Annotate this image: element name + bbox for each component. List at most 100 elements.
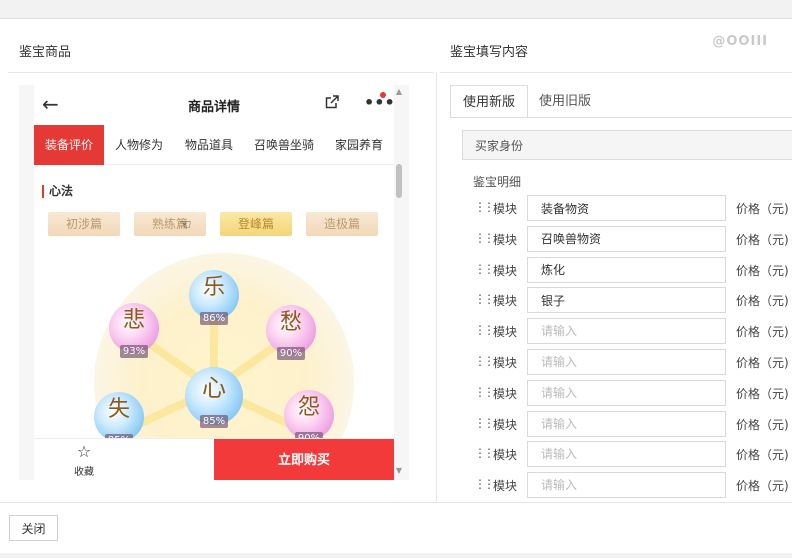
drag-handle-icon[interactable]: ⋮⋮ — [474, 385, 495, 399]
tab-underline — [450, 117, 792, 118]
right-divider — [440, 72, 792, 73]
module-input[interactable] — [527, 410, 726, 437]
module-label: 模块 — [493, 232, 518, 247]
chip-peak[interactable]: 登峰篇 — [220, 212, 292, 236]
price-label: 价格（元) — [736, 202, 789, 216]
detail-label: 鉴宝明细 — [473, 175, 522, 189]
detail-row: ⋮⋮模块 价格（元) — [474, 287, 792, 314]
detail-row: ⋮⋮模块 价格（元) — [474, 472, 792, 499]
drag-handle-icon[interactable]: ⋮⋮ — [474, 354, 495, 368]
module-label: 模块 — [493, 386, 518, 401]
price-label: 价格（元) — [736, 232, 789, 247]
tab-equipment[interactable]: 装备评价 — [34, 125, 104, 165]
tab-pets[interactable]: 召唤兽坐骑 — [244, 125, 324, 165]
chip-skilled[interactable]: 熟练篇 — [134, 212, 206, 236]
module-input[interactable] — [527, 349, 726, 375]
buyer-identity-label: 买家身份 — [475, 139, 524, 153]
phone-title: 商品详情 — [187, 100, 240, 115]
section-heading: 心法 — [42, 185, 73, 198]
module-label: 模块 — [493, 325, 518, 340]
detail-row: ⋮⋮模块 价格（元) — [474, 410, 792, 437]
detail-row: ⋮⋮模块 价格（元) — [474, 318, 792, 345]
footer-divider — [0, 502, 792, 503]
module-label: 模块 — [493, 479, 518, 494]
module-input[interactable] — [527, 379, 726, 406]
module-input[interactable] — [527, 318, 726, 345]
scroll-up-icon[interactable]: ▲ — [393, 87, 405, 96]
bubble-worry: 愁 90% — [266, 305, 316, 360]
module-input[interactable] — [527, 287, 726, 314]
detail-row: ⋮⋮模块 价格（元) — [474, 379, 792, 406]
scroll-down-icon[interactable]: ▼ — [393, 466, 405, 475]
phone-tabs: 装备评价 人物修为 物品道具 召唤兽坐骑 家园养育 — [34, 125, 394, 165]
module-label: 模块 — [493, 202, 518, 216]
bubble-pct: 85% — [199, 415, 229, 428]
bubble-char: 乐 — [202, 275, 225, 300]
drag-handle-icon[interactable]: ⋮⋮ — [474, 323, 495, 337]
watermark: @OOIII — [712, 34, 768, 49]
phone-preview: ← 商品详情 ••• 装备评价 人物修为 物品道具 召唤兽坐骑 家园养育 心法 … — [19, 85, 409, 480]
price-label: 价格（元) — [736, 294, 789, 309]
detail-row: ⋮⋮模块 价格（元) — [474, 225, 792, 252]
scroll-thumb[interactable] — [396, 164, 402, 198]
drag-handle-icon[interactable]: ⋮⋮ — [474, 446, 495, 460]
tab-items[interactable]: 物品道具 — [174, 125, 244, 165]
chip-beginner[interactable]: 初涉篇 — [48, 212, 120, 236]
top-strip — [0, 0, 792, 19]
module-label: 模块 — [493, 356, 518, 370]
drag-handle-icon[interactable]: ⋮⋮ — [474, 262, 495, 276]
bubble-pct: 86% — [199, 312, 229, 325]
right-section-title: 鉴宝填写内容 — [450, 45, 529, 60]
price-label: 价格（元) — [736, 263, 789, 278]
drag-handle-icon[interactable]: ⋮⋮ — [474, 477, 495, 491]
bubble-pct: 90% — [276, 347, 306, 360]
phone-header: ← 商品详情 ••• — [34, 85, 394, 125]
bubble-char: 失 — [107, 397, 130, 422]
bubble-loss: 失 85% — [94, 392, 144, 447]
preview-scrollbar[interactable]: ▲ ▼ — [393, 87, 405, 477]
star-icon: ☆ — [76, 442, 92, 461]
tab-old-version[interactable]: 使用旧版 — [527, 85, 603, 118]
phone-bottom-bar: ☆ 收藏 立即购买 — [34, 438, 394, 480]
more-icon[interactable]: ••• — [364, 93, 394, 112]
drag-handle-icon[interactable]: ⋮⋮ — [474, 292, 495, 306]
bottom-strip — [0, 553, 792, 558]
module-input[interactable] — [527, 225, 726, 252]
detail-row: ⋮⋮模块 价格（元) — [474, 441, 792, 468]
module-input[interactable] — [527, 256, 726, 283]
bubble-resent: 怨 90% — [284, 390, 334, 445]
drag-handle-icon[interactable]: ⋮⋮ — [474, 200, 495, 214]
detail-row: ⋮⋮模块 价格（元) — [474, 256, 792, 283]
price-label: 价格（元) — [736, 325, 789, 340]
price-label: 价格（元) — [736, 479, 789, 494]
price-label: 价格（元) — [736, 356, 789, 370]
price-label: 价格（元) — [736, 417, 789, 432]
tab-home[interactable]: 家园养育 — [324, 125, 394, 165]
drag-handle-icon[interactable]: ⋮⋮ — [474, 416, 495, 430]
favorite-button[interactable]: ☆ 收藏 — [69, 444, 99, 479]
tab-character[interactable]: 人物修为 — [104, 125, 174, 165]
close-button[interactable]: 关闭 — [9, 515, 58, 541]
module-input[interactable] — [527, 441, 726, 468]
share-icon[interactable] — [324, 94, 340, 114]
bubble-joy: 乐 86% — [189, 270, 239, 325]
tab-new-version[interactable]: 使用新版 — [450, 85, 529, 118]
module-input[interactable] — [527, 472, 726, 499]
module-input[interactable] — [527, 195, 726, 221]
price-label: 价格（元) — [736, 448, 789, 463]
bubble-pct: 93% — [119, 345, 149, 358]
favorite-label: 收藏 — [74, 467, 94, 478]
module-label: 模块 — [493, 448, 518, 463]
drag-handle-icon[interactable]: ⋮⋮ — [474, 231, 495, 245]
left-divider — [8, 72, 434, 73]
phone-screen: ← 商品详情 ••• 装备评价 人物修为 物品道具 召唤兽坐骑 家园养育 心法 … — [34, 85, 394, 480]
bubble-char: 怨 — [297, 395, 320, 420]
chip-mastery[interactable]: 造极篇 — [306, 212, 378, 236]
bubble-char: 悲 — [122, 308, 145, 333]
buy-now-button[interactable]: 立即购买 — [214, 439, 394, 480]
buyer-identity-box: 买家身份 — [462, 130, 792, 160]
bubble-char: 愁 — [279, 310, 302, 335]
bubble-char: 心 — [202, 374, 226, 402]
module-label: 模块 — [493, 263, 518, 278]
module-label: 模块 — [493, 417, 518, 432]
